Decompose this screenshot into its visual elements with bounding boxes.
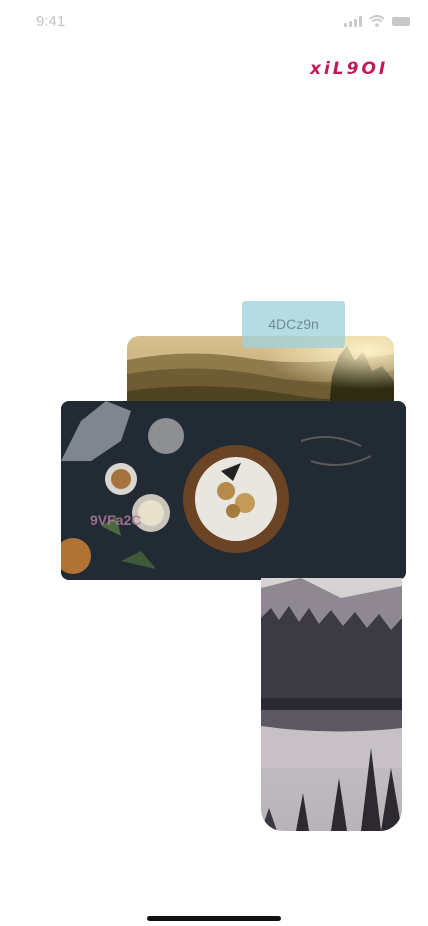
status-bar: 9:41 [0, 0, 428, 44]
home-indicator[interactable] [147, 916, 281, 921]
status-icons [344, 15, 410, 27]
tag-label-top[interactable]: 4DCz9n [242, 301, 345, 348]
status-time: 9:41 [36, 13, 66, 30]
brand-logo[interactable]: xiL9OI [310, 59, 388, 79]
photo-forest[interactable] [261, 578, 402, 831]
wifi-icon [369, 15, 385, 27]
tag-label-overlay: 9VFa2C [90, 512, 142, 528]
battery-icon [392, 16, 410, 26]
food-image [61, 401, 406, 580]
signal-icon [344, 15, 362, 27]
photo-food[interactable] [61, 401, 406, 580]
forest-image [261, 578, 402, 831]
